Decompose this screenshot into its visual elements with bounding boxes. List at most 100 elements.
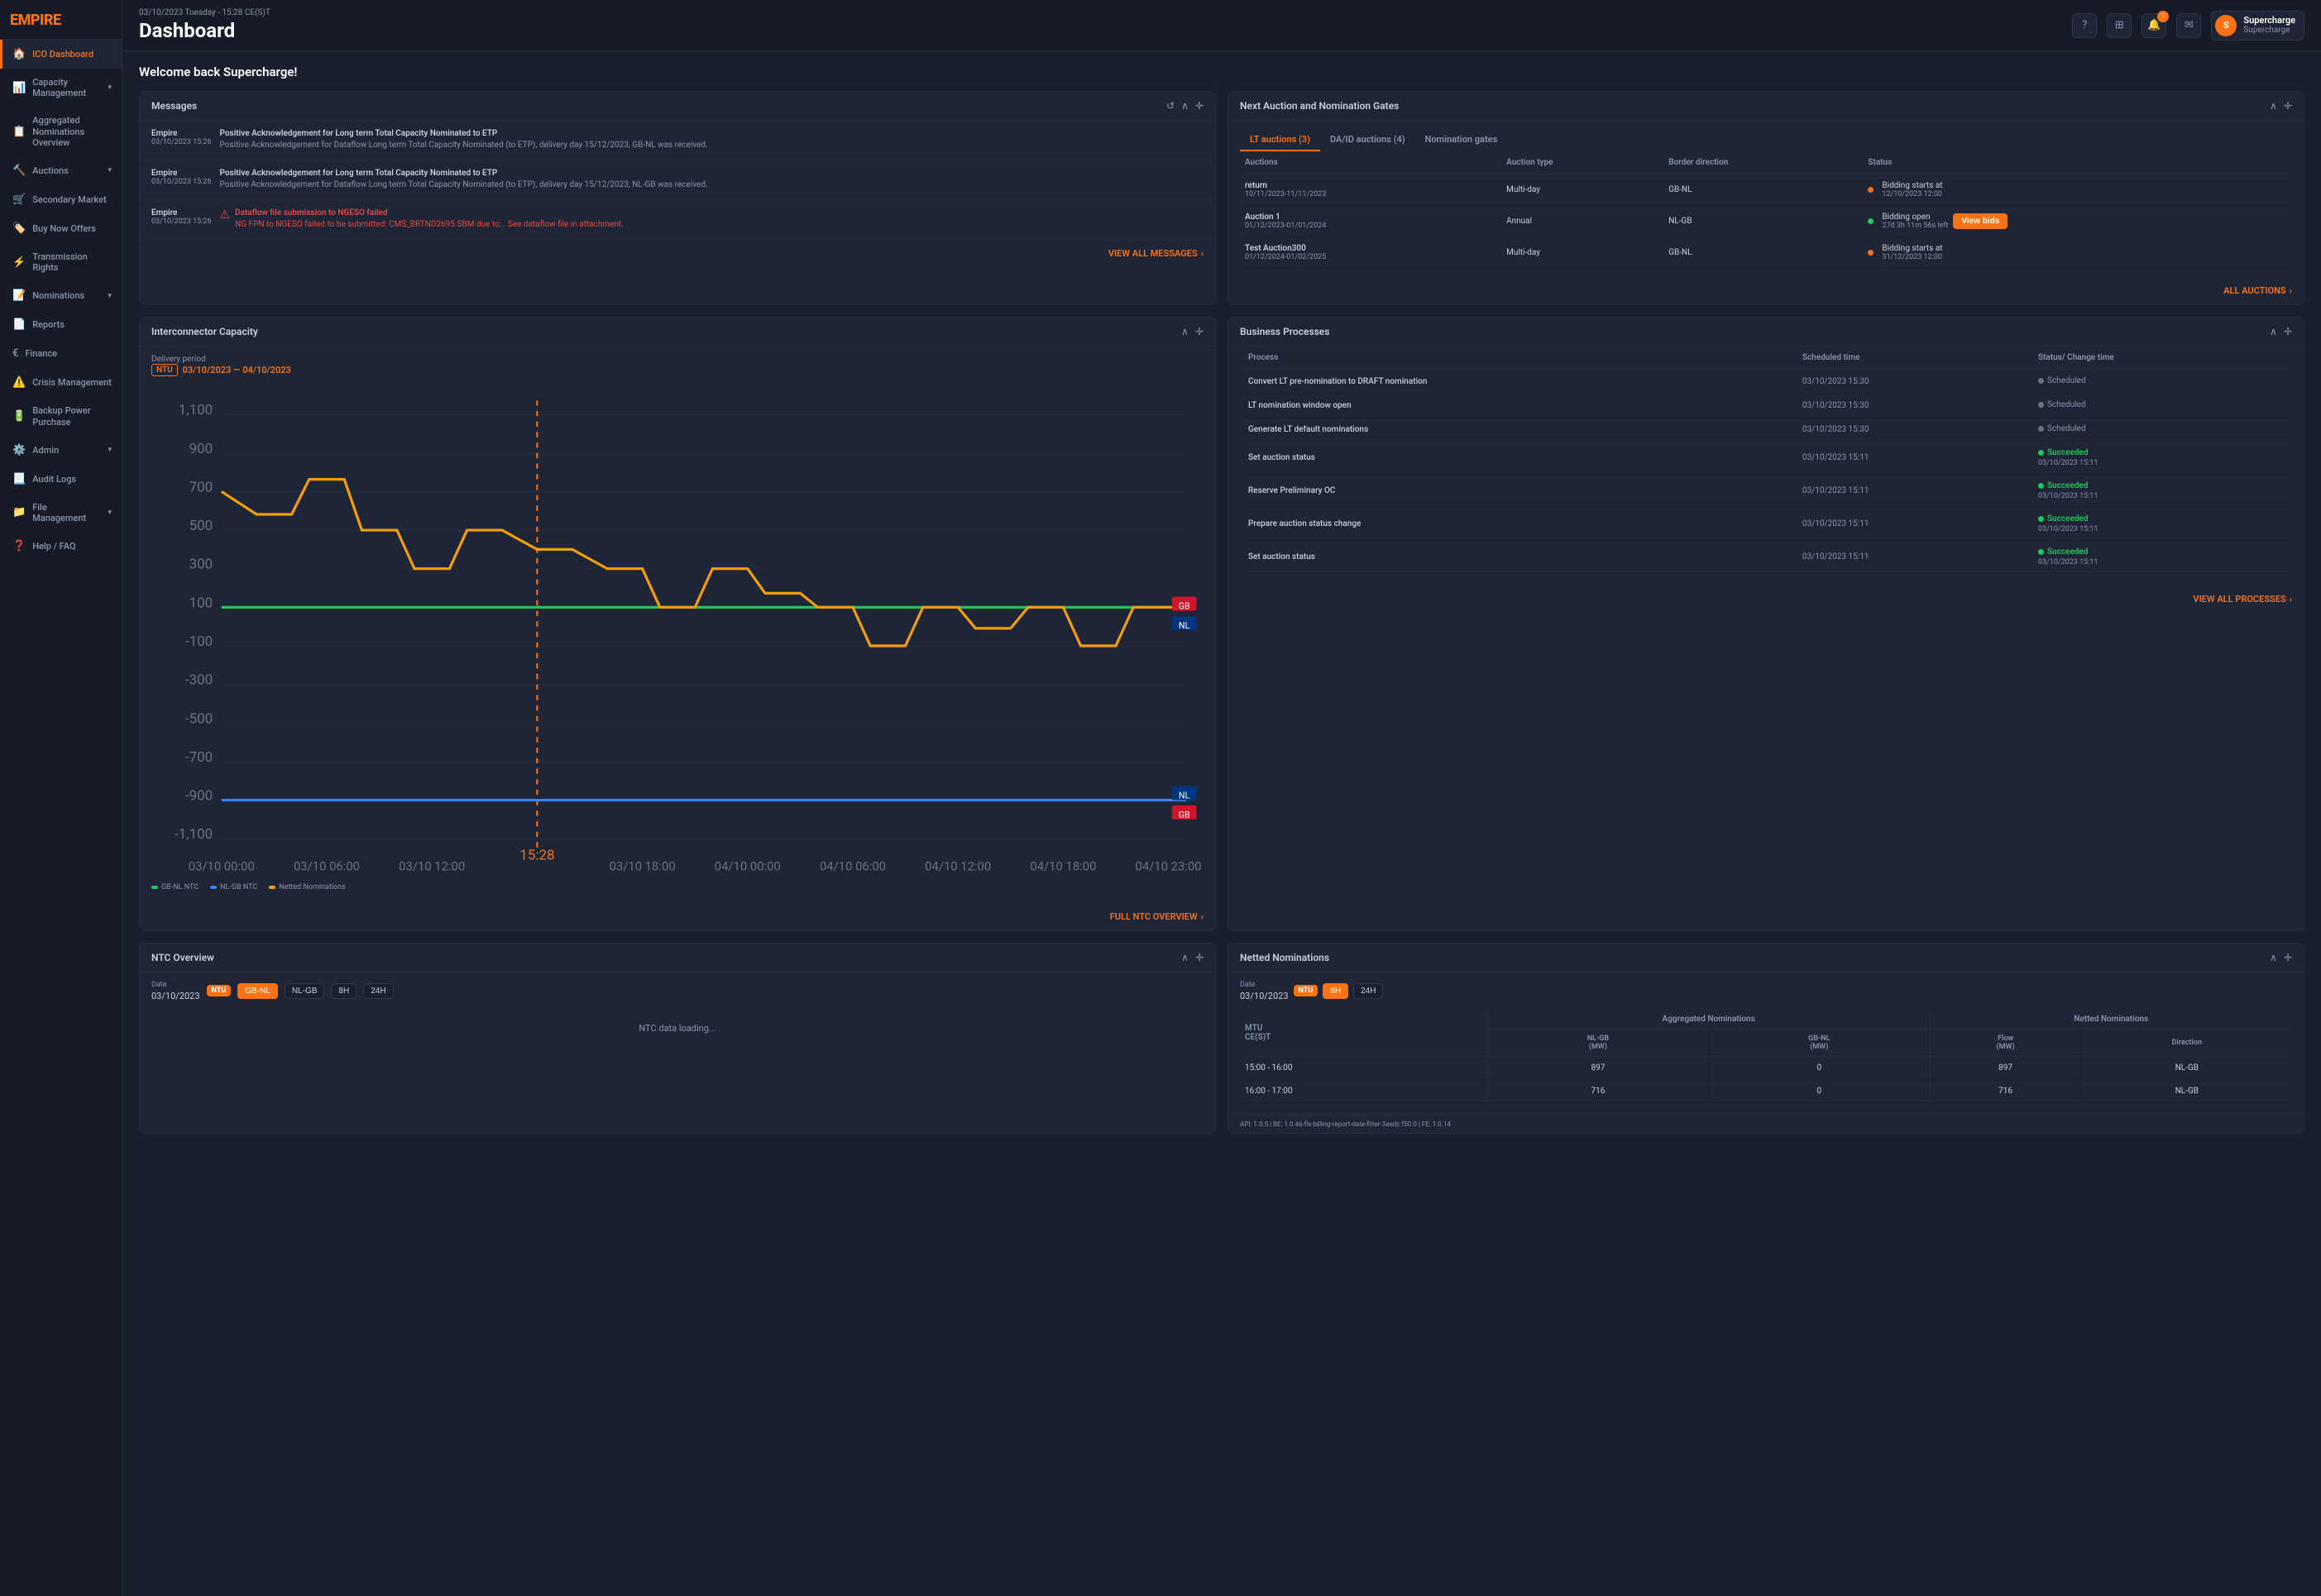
all-auctions-link[interactable]: ALL AUCTIONS › <box>1228 280 2304 304</box>
notification-badge: 1 <box>2157 11 2169 22</box>
svg-text:NL: NL <box>1179 620 1190 631</box>
bp-status-label: Succeeded <box>2047 448 2089 457</box>
auction-type: Annual <box>1501 206 1663 237</box>
svg-text:04/10 12:00: 04/10 12:00 <box>925 858 991 873</box>
svg-text:03/10 06:00: 03/10 06:00 <box>294 858 360 873</box>
nav-icon-secondary-market: 🛒 <box>12 194 26 206</box>
chart-expand-icon[interactable]: ✛ <box>1195 326 1204 337</box>
ntc-8h-filter[interactable]: 8H <box>331 983 357 999</box>
svg-text:1,100: 1,100 <box>179 402 213 418</box>
content-area: Welcome back Supercharge! Messages ↺ ∧ ✛… <box>122 51 2321 1596</box>
sidebar-item-aggregated-nominations[interactable]: 📋 Aggregated Nominations Overview <box>0 107 122 156</box>
nav-icon-audit-logs: 📃 <box>12 473 26 485</box>
help-icon-btn[interactable]: ? <box>2072 13 2097 38</box>
sidebar-item-finance[interactable]: € Finance <box>0 339 122 368</box>
ntc-gb-nl-filter[interactable]: GB-NL <box>237 983 278 999</box>
nav-label-help: Help / FAQ <box>32 541 112 552</box>
ntc-24h-filter[interactable]: 24H <box>363 983 393 999</box>
mail-icon-btn[interactable]: ✉ <box>2176 13 2201 38</box>
svg-text:03/10 00:00: 03/10 00:00 <box>189 858 255 873</box>
chart-collapse-icon[interactable]: ∧ <box>1181 326 1189 337</box>
expand-icon[interactable]: ✛ <box>1195 100 1204 112</box>
sidebar-item-transmission-rights[interactable]: ⚡ Transmission Rights <box>0 243 122 281</box>
auction-collapse-icon[interactable]: ∧ <box>2270 100 2277 112</box>
auction-border: NL-GB <box>1663 206 1863 237</box>
bp-expand-icon[interactable]: ✛ <box>2284 326 2292 337</box>
agg-nom-col-header: Aggregated Nominations <box>1487 1010 1930 1030</box>
sidebar-item-nominations[interactable]: 📝 Nominations ▾ <box>0 281 122 310</box>
sidebar-item-ico-dashboard[interactable]: 🏠 ICO Dashboard <box>0 40 122 69</box>
netted-nom-table-wrapper: MTUCE(S)T Aggregated Nominations Netted … <box>1228 1010 2304 1115</box>
auction-expand-icon[interactable]: ✛ <box>2284 100 2292 112</box>
logo: EMPIRE <box>0 0 122 40</box>
nn-ntu-badge[interactable]: NTU <box>1294 985 1318 996</box>
table-row: LT nomination window open 03/10/2023 15:… <box>1240 394 2292 418</box>
netted-nom-table: MTUCE(S)T Aggregated Nominations Netted … <box>1240 1010 2292 1103</box>
business-processes-card: Business Processes ∧ ✛ ProcessScheduled … <box>1227 317 2304 931</box>
user-menu-btn[interactable]: S Supercharge Supercharge <box>2211 11 2304 41</box>
bp-status-label: Scheduled <box>2047 424 2086 433</box>
mtu-col-header: MTUCE(S)T <box>1240 1010 1487 1057</box>
bp-scheduled-time: 03/10/2023 15:11 <box>1794 442 2030 475</box>
sidebar-item-admin[interactable]: ⚙️ Admin ▾ <box>0 436 122 465</box>
table-row: Convert LT pre-nomination to DRAFT nomin… <box>1240 370 2292 394</box>
ntc-date-label: Date <box>151 981 200 989</box>
nav-label-auctions: Auctions <box>32 165 101 176</box>
full-ntc-overview-link[interactable]: FULL NTC OVERVIEW › <box>140 903 1215 930</box>
view-all-messages-link[interactable]: VIEW ALL MESSAGES › <box>140 240 1215 267</box>
header: 03/10/2023 Tuesday - 15:28 CE(S)T Dashbo… <box>122 0 2321 51</box>
nn-8h-filter[interactable]: 8H <box>1323 983 1348 999</box>
ntc-ntu-badge[interactable]: NTU <box>207 985 232 996</box>
ntc-nl-gb-filter[interactable]: NL-GB <box>285 983 325 999</box>
notification-btn[interactable]: 🔔 1 <box>2142 13 2166 38</box>
sidebar-item-capacity-management[interactable]: 📊 Capacity Management ▾ <box>0 69 122 107</box>
collapse-icon[interactable]: ∧ <box>1181 100 1189 112</box>
nn-24h-filter[interactable]: 24H <box>1353 983 1383 999</box>
bp-status-label: Succeeded <box>2047 547 2089 557</box>
sidebar-item-file-management[interactable]: 📁 File Management ▾ <box>0 494 122 532</box>
ntc-overview-title: NTC Overview <box>151 952 214 963</box>
sidebar-item-backup-power[interactable]: 🔋 Backup Power Purchase <box>0 397 122 435</box>
nn-flow: 716 <box>1930 1079 2081 1102</box>
bp-process-name: LT nomination window open <box>1240 394 1794 418</box>
msg-time: 03/10/2023 15:26 <box>151 138 212 146</box>
bp-status: Succeeded 03/10/2023 15:11 <box>2030 475 2292 508</box>
nn-expand-icon[interactable]: ✛ <box>2284 952 2292 963</box>
nn-collapse-icon[interactable]: ∧ <box>2270 952 2277 963</box>
message-item: Empire 03/10/2023 15:26 ⚠ Dataflow file … <box>140 200 1215 240</box>
sidebar-item-audit-logs[interactable]: 📃 Audit Logs <box>0 465 122 494</box>
bp-status: Succeeded 03/10/2023 15:11 <box>2030 442 2292 475</box>
sidebar-item-buy-now-offers[interactable]: 🏷️ Buy Now Offers <box>0 214 122 243</box>
bp-status: Scheduled <box>2030 418 2292 442</box>
sidebar-item-auctions[interactable]: 🔨 Auctions ▾ <box>0 156 122 185</box>
auction-tab-nomination-gates[interactable]: Nomination gates <box>1415 129 1508 151</box>
view-bids-btn[interactable]: View bids <box>1953 213 2008 229</box>
bp-collapse-icon[interactable]: ∧ <box>2270 326 2277 337</box>
nn-date-value: 03/10/2023 <box>1240 991 1289 1001</box>
sidebar-item-crisis-management[interactable]: ⚠️ Crisis Management <box>0 368 122 397</box>
bp-scheduled-time: 03/10/2023 15:30 <box>1794 370 2030 394</box>
bp-status-dot <box>2038 549 2044 555</box>
grid-icon-btn[interactable]: ⊞ <box>2107 13 2132 38</box>
nav-label-capacity-management: Capacity Management <box>32 77 101 98</box>
auction-tab-lt[interactable]: LT auctions (3) <box>1240 129 1320 151</box>
messages-card: Messages ↺ ∧ ✛ Empire 03/10/2023 15:26 P… <box>139 91 1216 305</box>
view-all-processes-link[interactable]: VIEW ALL PROCESSES › <box>1228 585 2304 613</box>
svg-text:GB: GB <box>1179 600 1190 611</box>
auction-col-header: Border direction <box>1663 151 1863 174</box>
ntc-expand-icon[interactable]: ✛ <box>1195 952 1204 963</box>
auction-tab-da-id[interactable]: DA/ID auctions (4) <box>1320 129 1415 151</box>
bp-status-dot <box>2038 450 2044 456</box>
ntc-collapse-icon[interactable]: ∧ <box>1181 952 1189 963</box>
bp-scheduled-time: 03/10/2023 15:30 <box>1794 418 2030 442</box>
ntc-overview-card: NTC Overview ∧ ✛ Date 03/10/2023 NTU GB-… <box>139 943 1216 1134</box>
svg-text:04/10 06:00: 04/10 06:00 <box>820 858 886 873</box>
sidebar-item-help[interactable]: ❓ Help / FAQ <box>0 532 122 561</box>
nav-label-backup-power: Backup Power Purchase <box>32 405 112 427</box>
refresh-icon[interactable]: ↺ <box>1166 100 1175 112</box>
sidebar-item-secondary-market[interactable]: 🛒 Secondary Market <box>0 185 122 214</box>
auction-col-header: Auction type <box>1501 151 1663 174</box>
bp-status: Succeeded 03/10/2023 15:11 <box>2030 508 2292 541</box>
nav-chevron-file-management: ▾ <box>108 509 112 517</box>
sidebar-item-reports[interactable]: 📄 Reports <box>0 310 122 339</box>
